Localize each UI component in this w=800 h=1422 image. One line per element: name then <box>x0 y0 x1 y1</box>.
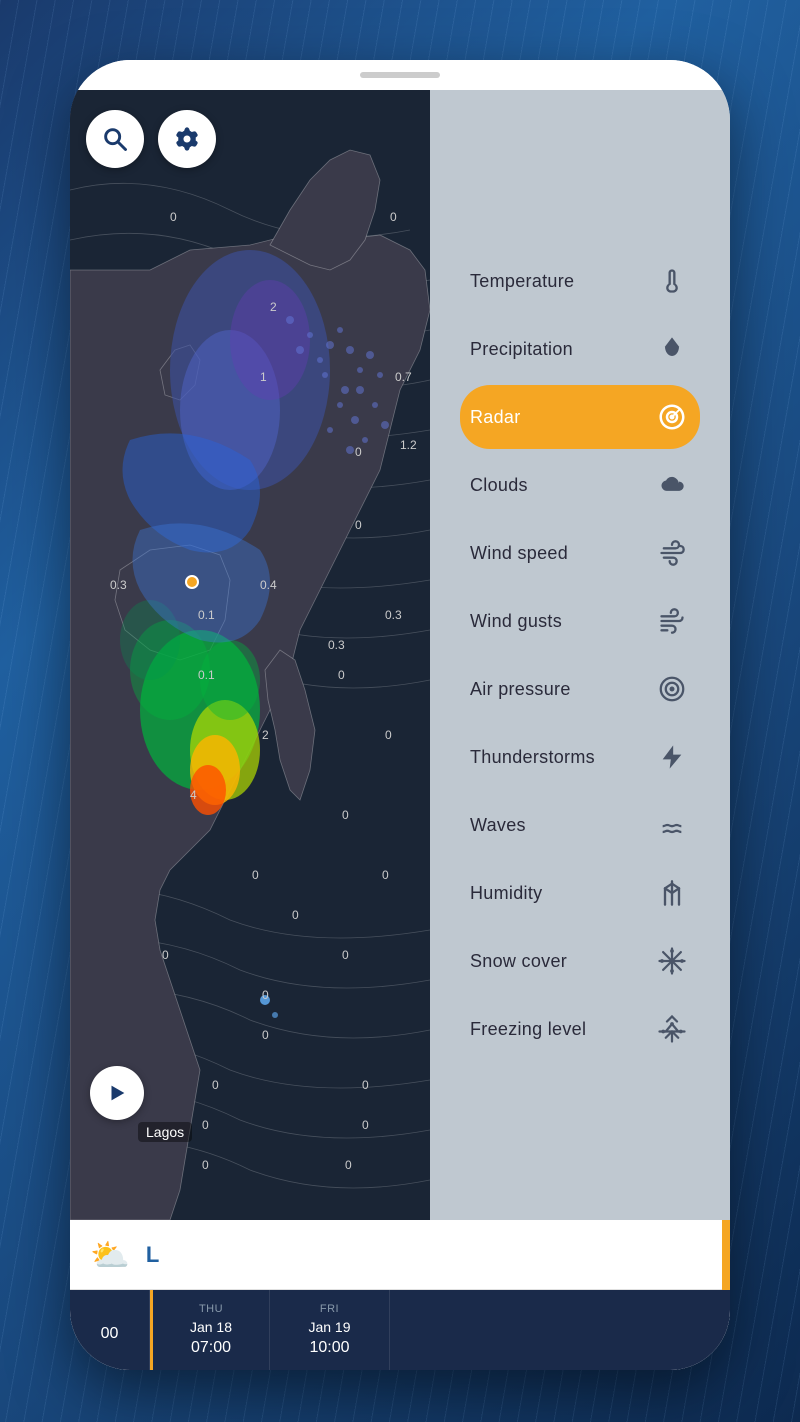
timeline-time-0: 00 <box>101 1325 119 1343</box>
menu-item-temperature[interactable]: Temperature <box>460 249 700 313</box>
menu-label-wind-gusts: Wind gusts <box>470 611 562 632</box>
humidity-icon <box>654 875 690 911</box>
menu-label-freezing-level: Freezing level <box>470 1019 586 1040</box>
menu-label-precipitation: Precipitation <box>470 339 573 360</box>
map-number: 0 <box>202 1118 209 1132</box>
phone-speaker <box>360 72 440 78</box>
timeline-date-1: Jan 18 <box>190 1319 232 1335</box>
map-panel: 0 0 2 1 0.7 0 1.2 0 0.3 0.4 0.1 0.3 0.3 … <box>70 90 430 1220</box>
menu-item-air-pressure[interactable]: Air pressure <box>460 657 700 721</box>
map-number: 0 <box>355 445 362 459</box>
map-number: 0 <box>338 668 345 682</box>
map-buttons <box>86 110 216 168</box>
menu-item-radar[interactable]: Radar <box>460 385 700 449</box>
map-number: 0 <box>342 808 349 822</box>
map-number: 4 <box>190 788 197 802</box>
location-dot <box>185 575 199 589</box>
play-button[interactable] <box>90 1066 144 1120</box>
map-number: 0 <box>262 1028 269 1042</box>
map-number: 0.1 <box>198 668 215 682</box>
menu-label-wind-speed: Wind speed <box>470 543 568 564</box>
map-number: 0 <box>262 988 269 1002</box>
settings-button[interactable] <box>158 110 216 168</box>
map-number: 0 <box>345 1158 352 1172</box>
menu-label-snow-cover: Snow cover <box>470 951 567 972</box>
menu-label-thunderstorms: Thunderstorms <box>470 747 595 768</box>
menu-item-freezing-level[interactable]: Freezing level <box>460 997 700 1061</box>
app-content: 0 0 2 1 0.7 0 1.2 0 0.3 0.4 0.1 0.3 0.3 … <box>70 90 730 1220</box>
map-number: 0 <box>212 1078 219 1092</box>
map-number: 1.2 <box>400 438 417 452</box>
timeline-col-2: FRI Jan 19 10:00 <box>270 1290 390 1370</box>
menu-item-precipitation[interactable]: Precipitation <box>460 317 700 381</box>
menu-item-thunderstorms[interactable]: Thunderstorms <box>460 725 700 789</box>
timeline: 00 THU Jan 18 07:00 FRI Jan 19 10:00 <box>70 1290 730 1370</box>
map-number: 0 <box>292 908 299 922</box>
timeline-time-1: 07:00 <box>191 1339 231 1357</box>
menu-label-air-pressure: Air pressure <box>470 679 571 700</box>
thermometer-icon <box>654 263 690 299</box>
map-number: 0 <box>382 868 389 882</box>
menu-label-radar: Radar <box>470 407 521 428</box>
map-number: 1 <box>260 370 267 384</box>
menu-label-humidity: Humidity <box>470 883 542 904</box>
menu-item-snow-cover[interactable]: Snow cover <box>460 929 700 993</box>
freeze-icon <box>654 1011 690 1047</box>
cloud-icon <box>654 467 690 503</box>
bottom-bar: ⛅ L 00 THU Jan 18 07:00 FRI Jan 19 10:00 <box>70 1220 730 1370</box>
menu-item-humidity[interactable]: Humidity <box>460 861 700 925</box>
drop-icon <box>654 331 690 367</box>
map-number: 0 <box>342 948 349 962</box>
wind-gusts-icon <box>654 603 690 639</box>
map-number: 0 <box>385 728 392 742</box>
menu-label-clouds: Clouds <box>470 475 528 496</box>
map-number: 0.3 <box>385 608 402 622</box>
search-button[interactable] <box>86 110 144 168</box>
map-number: 0 <box>170 210 177 224</box>
timeline-date-2: Jan 19 <box>308 1319 350 1335</box>
pressure-icon <box>654 671 690 707</box>
map-number: 2 <box>270 300 277 314</box>
menu-label-waves: Waves <box>470 815 526 836</box>
map-number: 0.3 <box>110 578 127 592</box>
map-number: 0 <box>252 868 259 882</box>
map-number: 0.1 <box>198 608 215 622</box>
lightning-icon <box>654 739 690 775</box>
city-initial: L <box>146 1242 159 1268</box>
map-number: 0 <box>390 210 397 224</box>
menu-item-wind-gusts[interactable]: Wind gusts <box>460 589 700 653</box>
menu-item-wind-speed[interactable]: Wind speed <box>460 521 700 585</box>
phone-top-bar <box>70 60 730 90</box>
timeline-day-1: THU <box>199 1303 223 1315</box>
map-number: 2 <box>262 728 269 742</box>
menu-item-clouds[interactable]: Clouds <box>460 453 700 517</box>
radar-icon <box>654 399 690 435</box>
menu-label-temperature: Temperature <box>470 271 574 292</box>
map-number: 0.7 <box>395 370 412 384</box>
timeline-time-2: 10:00 <box>309 1339 349 1357</box>
map-number: 0 <box>355 518 362 532</box>
map-number: 0 <box>202 1158 209 1172</box>
snowflake-icon <box>654 943 690 979</box>
waves-icon <box>654 807 690 843</box>
phone-frame: 0 0 2 1 0.7 0 1.2 0 0.3 0.4 0.1 0.3 0.3 … <box>70 60 730 1370</box>
map-number: 0 <box>362 1118 369 1132</box>
map-number: 0.4 <box>260 578 277 592</box>
map-number: 0 <box>162 948 169 962</box>
timeline-day-2: FRI <box>320 1303 339 1315</box>
map-number: 0.3 <box>328 638 345 652</box>
weather-cloud-icon: ⛅ <box>90 1236 130 1274</box>
europe-map <box>70 90 430 1220</box>
timeline-col-1: THU Jan 18 07:00 <box>150 1290 270 1370</box>
lagos-label: Lagos <box>138 1122 192 1142</box>
wind-speed-icon <box>654 535 690 571</box>
map-number: 0 <box>362 1078 369 1092</box>
menu-item-waves[interactable]: Waves <box>460 793 700 857</box>
bottom-bar-top: ⛅ L <box>70 1220 730 1290</box>
menu-panel: Temperature Precipitation Radar <box>430 90 730 1220</box>
